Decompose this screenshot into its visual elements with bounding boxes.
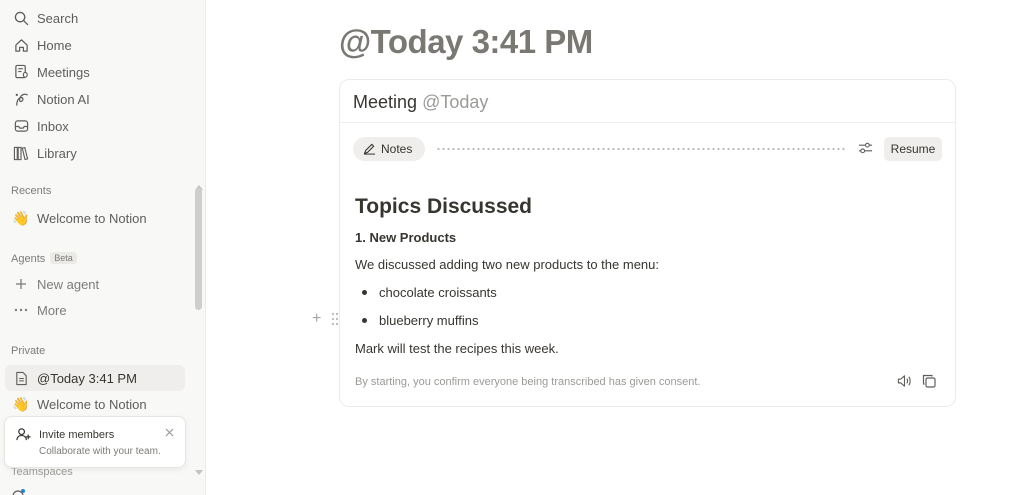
agents-section-label: Agents Beta <box>11 252 77 265</box>
sidebar-inbox[interactable]: Inbox <box>5 113 185 139</box>
sidebar-scrollbar[interactable] <box>195 188 202 310</box>
notion-ai-icon <box>12 90 30 108</box>
notes-closing[interactable]: Mark will test the recipes this week. <box>355 341 559 356</box>
sidebar-search[interactable]: Search <box>5 5 185 31</box>
invite-user-icon <box>16 427 31 447</box>
speaker-icon[interactable] <box>897 374 912 393</box>
resume-button[interactable]: Resume <box>884 137 942 161</box>
beta-badge: Beta <box>50 252 77 264</box>
more-button[interactable]: More <box>5 297 185 323</box>
sidebar-inbox-label: Inbox <box>37 118 69 134</box>
add-block-icon[interactable]: + <box>312 311 321 327</box>
sidebar-library[interactable]: Library <box>5 140 185 166</box>
audio-waveform-placeholder <box>436 148 846 150</box>
list-item[interactable]: chocolate croissants <box>362 285 497 300</box>
sidebar-notion-ai[interactable]: Notion AI <box>5 86 185 112</box>
new-agent-label: New agent <box>37 276 100 292</box>
settings-sliders-icon[interactable] <box>858 141 873 160</box>
private-item-label: @Today 3:41 PM <box>37 370 137 386</box>
drag-handle-icon[interactable] <box>331 312 339 331</box>
consent-notice: By starting, you confirm everyone being … <box>355 376 701 388</box>
scroll-up-arrow-icon[interactable] <box>195 177 203 190</box>
sidebar-meetings[interactable]: Meetings <box>5 59 185 85</box>
sidebar-library-label: Library <box>37 145 77 161</box>
sidebar-search-label: Search <box>37 10 79 26</box>
invite-subtitle: Collaborate with your team. <box>39 446 161 457</box>
more-dots-icon <box>12 301 30 319</box>
search-icon <box>12 9 30 27</box>
waving-hand-icon: 👋 <box>12 396 30 412</box>
meeting-header: Meeting @Today <box>340 80 955 123</box>
sidebar-home[interactable]: Home <box>5 32 185 58</box>
invite-members-card[interactable]: Invite members Collaborate with your tea… <box>4 416 186 468</box>
copy-icon[interactable] <box>922 374 936 393</box>
tab-notes[interactable]: Notes <box>353 137 425 161</box>
agents-label: Agents <box>11 253 46 265</box>
date-mention[interactable]: @Today <box>422 92 488 112</box>
bullet-dot <box>362 318 367 323</box>
private-item-welcome[interactable]: 👋 Welcome to Notion <box>5 391 185 417</box>
home-icon <box>12 36 30 54</box>
list-item-text: chocolate croissants <box>379 285 497 300</box>
notes-subheading[interactable]: 1. New Products <box>355 230 456 245</box>
inbox-icon <box>12 117 30 135</box>
meeting-title[interactable]: Meeting @Today <box>353 92 488 113</box>
notes-intro[interactable]: We discussed adding two new products to … <box>355 257 659 272</box>
sidebar: Search Home Meetings Notion AI Inbox Lib… <box>0 0 206 495</box>
waving-hand-icon: 👋 <box>12 210 30 226</box>
page-icon <box>12 369 30 387</box>
pen-icon <box>363 143 376 155</box>
meetings-icon <box>12 63 30 81</box>
close-icon[interactable] <box>165 426 174 440</box>
more-label: More <box>37 302 67 318</box>
notes-heading[interactable]: Topics Discussed <box>355 195 532 219</box>
sidebar-meetings-label: Meetings <box>37 64 90 80</box>
library-icon <box>12 144 30 162</box>
recents-section-label: Recents <box>11 185 52 197</box>
private-section-label: Private <box>11 345 46 357</box>
new-agent-button[interactable]: New agent <box>5 271 185 297</box>
notes-tab-label: Notes <box>381 142 413 156</box>
bullet-dot <box>362 290 367 295</box>
list-item[interactable]: blueberry muffins <box>362 313 478 328</box>
recent-item-label: Welcome to Notion <box>37 210 147 226</box>
sidebar-home-label: Home <box>37 37 72 53</box>
teamspace-icon[interactable] <box>12 486 26 495</box>
plus-icon <box>12 275 30 293</box>
recent-item-welcome[interactable]: 👋 Welcome to Notion <box>5 205 185 231</box>
sidebar-notion-ai-label: Notion AI <box>37 91 90 107</box>
list-item-text: blueberry muffins <box>379 313 479 328</box>
invite-title: Invite members <box>39 429 115 441</box>
page-title[interactable]: @Today 3:41 PM <box>339 23 593 61</box>
meeting-block: Meeting @Today Notes Resume Topics Discu… <box>339 79 956 407</box>
private-item-today[interactable]: @Today 3:41 PM <box>5 365 185 391</box>
scroll-down-arrow-icon[interactable] <box>195 463 203 475</box>
meeting-title-text: Meeting <box>353 92 418 112</box>
private-item-label: Welcome to Notion <box>37 396 147 412</box>
